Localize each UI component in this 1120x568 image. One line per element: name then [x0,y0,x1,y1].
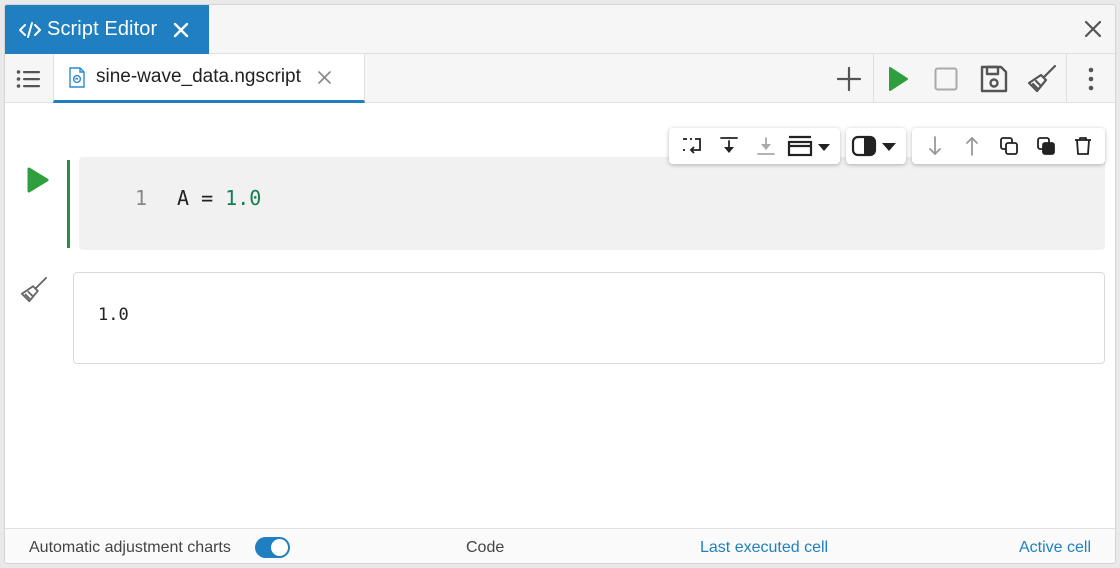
clear-cell-output-icon[interactable] [19,275,49,305]
code-cell[interactable]: 1 A = 1.0 [79,157,1105,250]
delete-icon[interactable] [1064,128,1101,164]
code-icon [19,19,41,41]
add-cell-button[interactable] [825,54,873,103]
wrap-icon[interactable] [673,128,710,164]
insert-below-icon[interactable] [710,128,747,164]
auto-adjust-toggle[interactable] [255,537,290,558]
close-tab-icon[interactable] [171,20,191,40]
output-cell: 1.0 [73,272,1105,364]
code-line[interactable]: A = 1.0 [177,186,261,210]
close-window-icon[interactable] [1083,19,1103,39]
code-variable: A [177,186,190,210]
editor-toolbar: sine-wave_data.ngscript [5,54,1115,103]
active-cell-link[interactable]: Active cell [1019,539,1091,557]
contrast-icon[interactable] [850,128,902,164]
copy-icon[interactable] [990,128,1027,164]
code-operator: = [189,186,226,210]
cell-layout-icon[interactable] [784,128,836,164]
clear-output-button[interactable] [1018,54,1066,103]
cell-mode-label: Code [466,539,505,556]
script-editor-tab[interactable]: Script Editor [5,5,209,54]
cell-toolbar-group-insert [669,128,840,164]
file-name: sine-wave_data.ngscript [96,66,301,87]
file-tab[interactable]: sine-wave_data.ngscript [53,54,365,103]
script-editor-window: Script Editor sine-wave_data.ngscript 1 … [4,4,1116,564]
insert-below-disabled-icon[interactable] [747,128,784,164]
cell-toolbar-group-cell [912,128,1105,164]
toggle-knob [271,539,288,556]
save-button[interactable] [970,54,1018,103]
line-number: 1 [135,186,148,210]
move-up-icon[interactable] [953,128,990,164]
title-bar: Script Editor [5,5,1115,54]
code-number: 1.0 [225,186,262,210]
status-bar: Automatic adjustment charts Code Last ex… [5,528,1115,563]
duplicate-icon[interactable] [1027,128,1064,164]
last-executed-cell-link[interactable]: Last executed cell [700,539,828,557]
run-all-button[interactable] [874,54,922,103]
close-file-icon[interactable] [317,69,333,85]
script-file-icon [68,66,86,88]
window-title: Script Editor [47,18,158,40]
list-menu-icon[interactable] [15,66,41,92]
active-cell-indicator [67,160,70,248]
move-down-icon[interactable] [916,128,953,164]
cell-toolbar [669,128,1111,164]
run-cell-icon[interactable] [25,165,51,195]
auto-adjust-label: Automatic adjustment charts [29,539,231,556]
output-text: 1.0 [98,305,129,325]
more-vertical-icon[interactable] [1067,54,1115,103]
stop-button[interactable] [922,54,970,103]
cell-toolbar-group-theme [846,128,906,164]
